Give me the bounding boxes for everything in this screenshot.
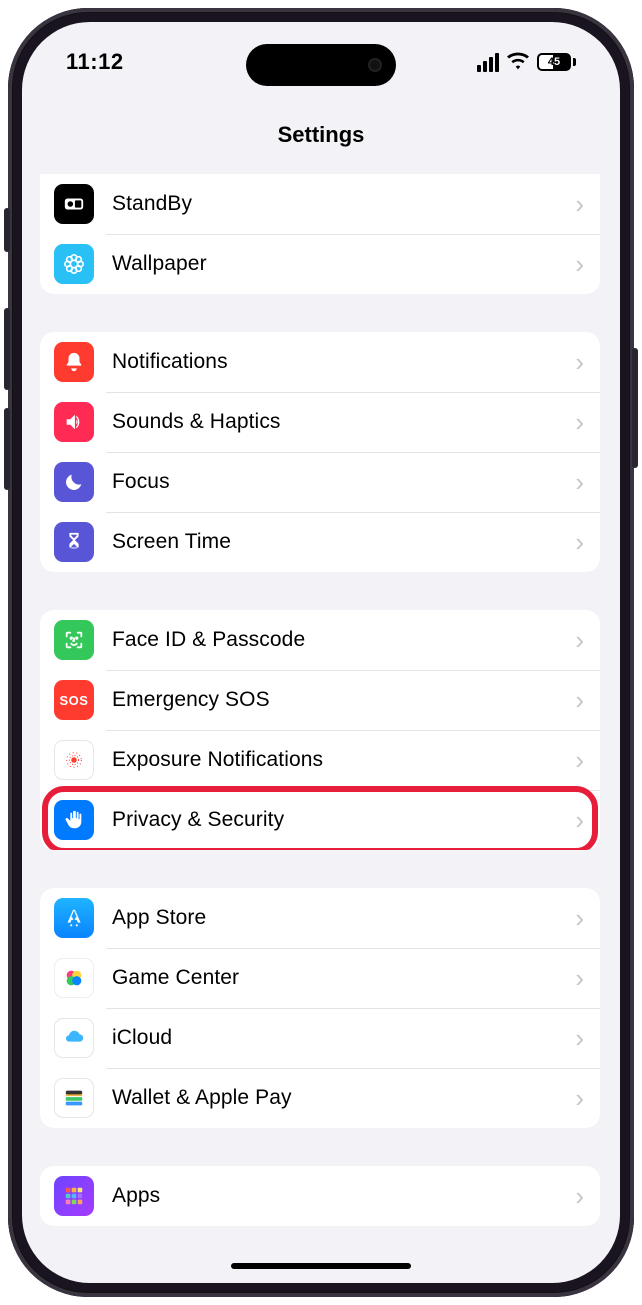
settings-row-privacy-security[interactable]: Privacy & Security› [40,790,600,850]
settings-group-apps: Apps› [40,1166,600,1226]
settings-row-game-center[interactable]: Game Center› [40,948,600,1008]
settings-row-label: Wallpaper [112,252,575,276]
chevron-right-icon: › [575,625,584,656]
chevron-right-icon: › [575,407,584,438]
settings-row-label: Notifications [112,350,575,374]
bell-icon [54,342,94,382]
nav-bar: Settings [22,100,620,170]
standby-icon [54,184,94,224]
settings-row-apps[interactable]: Apps› [40,1166,600,1226]
dynamic-island [246,44,396,86]
gamecenter-icon [54,958,94,998]
hand-icon [54,800,94,840]
chevron-right-icon: › [575,189,584,220]
settings-row-focus[interactable]: Focus› [40,452,600,512]
settings-row-icloud[interactable]: iCloud› [40,1008,600,1068]
status-indicators: 45 [477,51,576,73]
battery-indicator: 45 [537,53,576,71]
screen: 11:12 45 Settings [22,22,620,1283]
apps-icon [54,1176,94,1216]
faceid-icon [54,620,94,660]
page-title: Settings [278,122,365,148]
chevron-right-icon: › [575,527,584,558]
exposure-icon [54,740,94,780]
settings-row-label: iCloud [112,1026,575,1050]
appstore-icon [54,898,94,938]
chevron-right-icon: › [575,1083,584,1114]
settings-row-standby[interactable]: StandBy› [40,174,600,234]
chevron-right-icon: › [575,903,584,934]
mute-switch [4,208,10,252]
settings-scroll-view[interactable]: StandBy›Wallpaper›Notifications›Sounds &… [22,170,618,1283]
settings-row-label: Face ID & Passcode [112,628,575,652]
chevron-right-icon: › [575,467,584,498]
settings-group-attention: Notifications›Sounds & Haptics›Focus›Scr… [40,332,600,572]
settings-row-label: App Store [112,906,575,930]
chevron-right-icon: › [575,805,584,836]
settings-row-label: Sounds & Haptics [112,410,575,434]
settings-group-display: StandBy›Wallpaper› [40,174,600,294]
chevron-right-icon: › [575,249,584,280]
volume-down-button [4,408,10,490]
speaker-icon [54,402,94,442]
settings-row-notifications[interactable]: Notifications› [40,332,600,392]
wifi-icon [507,51,529,73]
cellular-signal-icon [477,53,499,72]
chevron-right-icon: › [575,745,584,776]
settings-row-label: Emergency SOS [112,688,575,712]
settings-row-label: Privacy & Security [112,808,575,832]
battery-percent: 45 [539,56,569,68]
chevron-right-icon: › [575,685,584,716]
settings-row-sounds-haptics[interactable]: Sounds & Haptics› [40,392,600,452]
wallpaper-icon [54,244,94,284]
settings-group-services: App Store›Game Center›iCloud›Wallet & Ap… [40,888,600,1128]
settings-row-label: Screen Time [112,530,575,554]
settings-row-label: Game Center [112,966,575,990]
settings-row-emergency-sos[interactable]: SOS Emergency SOS› [40,670,600,730]
settings-row-label: Exposure Notifications [112,748,575,772]
power-button [632,348,638,468]
wallet-icon [54,1078,94,1118]
moon-icon [54,462,94,502]
home-indicator[interactable] [231,1263,411,1269]
settings-row-label: Wallet & Apple Pay [112,1086,575,1110]
sos-icon: SOS [54,680,94,720]
settings-row-face-id-passcode[interactable]: Face ID & Passcode› [40,610,600,670]
settings-row-label: Apps [112,1184,575,1208]
settings-group-security: Face ID & Passcode›SOSEmergency SOS›Expo… [40,610,600,850]
settings-row-wallet-apple-pay[interactable]: Wallet & Apple Pay› [40,1068,600,1128]
settings-row-screen-time[interactable]: Screen Time› [40,512,600,572]
status-time: 11:12 [66,49,124,75]
icloud-icon [54,1018,94,1058]
phone-frame: 11:12 45 Settings [8,8,634,1297]
settings-row-app-store[interactable]: App Store› [40,888,600,948]
chevron-right-icon: › [575,1023,584,1054]
settings-row-label: Focus [112,470,575,494]
chevron-right-icon: › [575,1181,584,1212]
chevron-right-icon: › [575,347,584,378]
chevron-right-icon: › [575,963,584,994]
hourglass-icon [54,522,94,562]
volume-up-button [4,308,10,390]
settings-row-wallpaper[interactable]: Wallpaper› [40,234,600,294]
settings-row-exposure-notifications[interactable]: Exposure Notifications› [40,730,600,790]
settings-row-label: StandBy [112,192,575,216]
